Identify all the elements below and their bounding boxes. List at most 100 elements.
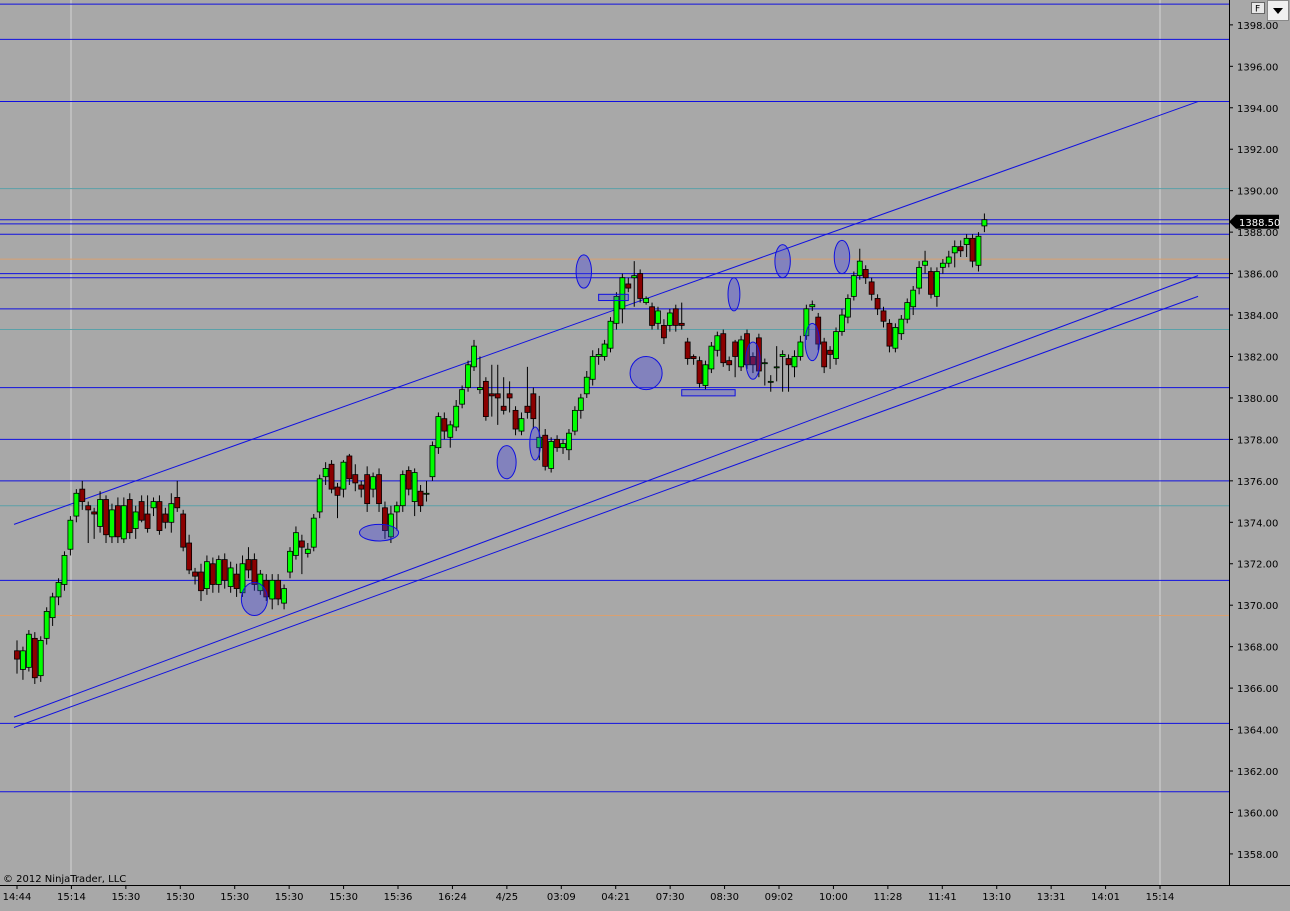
last-price-label: 1388.50	[1239, 218, 1280, 229]
candle-body	[67, 519, 74, 550]
y-tick-label: 1380.00	[1237, 394, 1278, 405]
x-tick-label: 10:00	[819, 892, 848, 903]
x-tick-label: 04:21	[601, 892, 630, 903]
scale-f-button[interactable]: F	[1251, 2, 1265, 15]
candle-body	[892, 327, 899, 349]
x-tick-label: 15:14	[1146, 892, 1175, 903]
candle-body	[275, 579, 282, 600]
candle-body	[874, 298, 881, 310]
candle-body	[904, 302, 911, 320]
candle-body	[25, 633, 32, 668]
candle-body	[132, 511, 139, 529]
candle-body	[477, 387, 483, 391]
candle-body	[975, 235, 982, 266]
candle-body	[548, 441, 555, 469]
candle-body	[227, 567, 234, 587]
candle-body	[708, 345, 715, 370]
candle-body	[49, 596, 56, 619]
x-tick-label: 15:14	[57, 892, 86, 903]
candle-body	[821, 341, 828, 368]
x-tick-label: 15:30	[220, 892, 249, 903]
candle-body	[981, 219, 988, 227]
candle-body	[500, 405, 507, 411]
x-tick-label: 11:28	[873, 892, 902, 903]
candle-body	[304, 548, 311, 554]
candle-body	[678, 322, 685, 326]
candle-body	[192, 571, 198, 577]
candle-body	[334, 486, 341, 496]
candle-body	[209, 563, 216, 585]
highlight-ellipse	[358, 523, 400, 542]
last-price-marker: 1388.50	[1229, 214, 1280, 229]
candle-body	[696, 360, 703, 384]
highlight-ellipse	[774, 244, 791, 279]
candle-body	[922, 260, 928, 266]
highlight-ellipse	[575, 254, 593, 289]
candle-body	[797, 341, 804, 357]
candle-body	[393, 505, 400, 513]
y-tick-label: 1382.00	[1237, 352, 1278, 363]
candle-body	[738, 339, 744, 368]
candle-body	[631, 275, 638, 279]
y-tick-label: 1376.00	[1237, 477, 1278, 488]
candle-body	[138, 501, 145, 521]
x-tick-label: 15:30	[166, 892, 195, 903]
candle-body	[103, 499, 109, 536]
candle-body	[114, 505, 121, 538]
candle-body	[566, 432, 572, 451]
candle-body	[732, 341, 739, 357]
highlight-rectangle	[598, 293, 629, 302]
y-axis: 1358.00 1360.00 1362.00 1364.00 1366.00 1368.…	[1229, 21, 1278, 861]
candle-body	[322, 468, 329, 478]
candle-body	[714, 335, 721, 351]
candle-body	[666, 312, 673, 326]
dropdown-button[interactable]	[1267, 0, 1289, 21]
candle-body	[761, 362, 768, 365]
candle-body	[465, 364, 471, 388]
candle-body	[524, 405, 531, 413]
candle-body	[441, 418, 448, 432]
candle-body	[560, 443, 566, 449]
candle-body	[43, 611, 50, 639]
candle-body	[850, 275, 857, 297]
candle-body	[453, 405, 460, 428]
x-tick-label: 09:02	[765, 892, 794, 903]
candle-body	[293, 532, 299, 556]
candle-body	[506, 393, 513, 399]
x-tick-label: 08:30	[710, 892, 739, 903]
candle-body	[702, 364, 709, 386]
candle-body	[625, 283, 632, 289]
price-chart[interactable]: 1358.00 1360.00 1362.00 1364.00 1366.00 1368.…	[0, 0, 1290, 911]
y-tick-label: 1364.00	[1237, 726, 1278, 737]
y-tick-label: 1384.00	[1237, 311, 1278, 322]
candle-body	[97, 499, 103, 527]
candle-body	[607, 320, 614, 349]
candle-body	[809, 304, 816, 308]
candle-body	[31, 637, 38, 679]
candle-body	[251, 559, 258, 585]
candle-body	[162, 513, 169, 523]
x-tick-label: 03:09	[547, 892, 576, 903]
x-tick-label: 14:01	[1091, 892, 1120, 903]
candle-body	[168, 503, 175, 523]
candle-body	[346, 455, 353, 480]
candle-body	[862, 269, 869, 279]
candle-body	[364, 474, 371, 505]
y-tick-label: 1398.00	[1237, 21, 1278, 32]
candle-body	[720, 333, 727, 364]
x-tick-label: 14:44	[3, 892, 32, 903]
candle-body	[376, 474, 382, 505]
candle-body	[571, 409, 578, 432]
candle-body	[126, 499, 133, 534]
chart-svg: 1358.00 1360.00 1362.00 1364.00 1366.00 1368.…	[0, 0, 1290, 903]
candle-body	[945, 256, 952, 264]
plot-background	[0, 0, 1229, 885]
x-tick-label: 16:24	[438, 892, 467, 903]
candle-body	[785, 358, 792, 366]
y-tick-label: 1372.00	[1237, 560, 1278, 571]
x-tick-label: 4/25	[496, 892, 518, 903]
candle-body	[174, 497, 181, 509]
candle-body	[583, 376, 590, 395]
x-tick-label: 15:30	[275, 892, 304, 903]
candle-body	[518, 418, 525, 432]
